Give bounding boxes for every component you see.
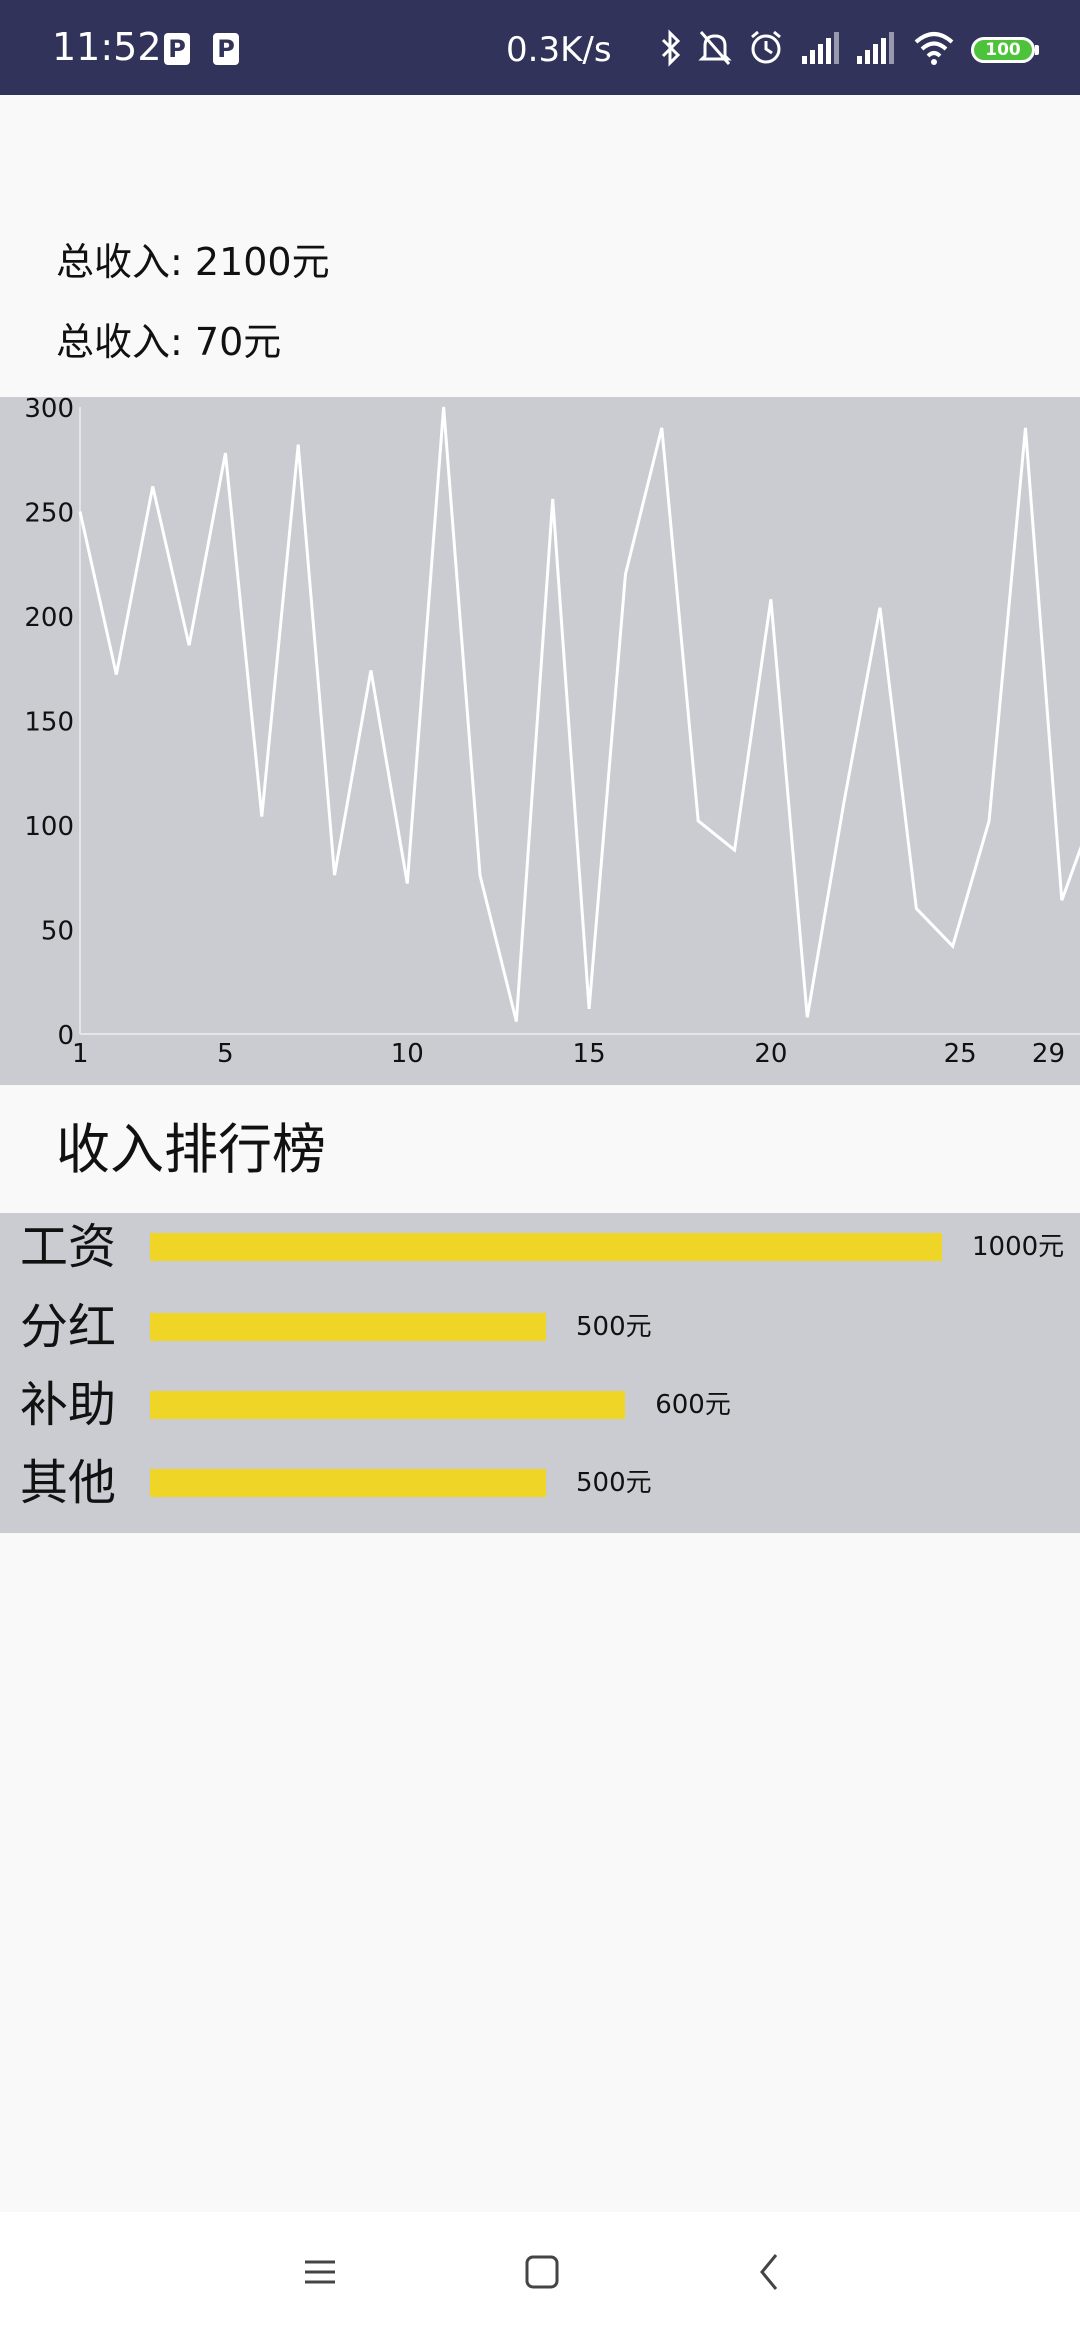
line-chart-svg: 050100150200250300 1 5 10 15 20 25 29 [24, 394, 1080, 1069]
total-income-value: 2100元 [194, 240, 330, 284]
ranking-amount: 1000元 [972, 1232, 1065, 1262]
back-icon[interactable] [752, 2252, 788, 2292]
ranking-amount: 600元 [655, 1390, 731, 1420]
status-time: 11:52 [52, 25, 162, 69]
x-tick-label: 29 [1032, 1039, 1065, 1069]
x-axis-ticks: 1 5 10 15 20 25 29 [72, 1039, 1065, 1069]
ranking-name: 分红 [20, 1299, 117, 1355]
ranking-amount: 500元 [576, 1468, 652, 1498]
ranking-row: 其他 500元 [0, 1453, 1080, 1523]
total-income-summary: 总收入: 2100元 [56, 240, 330, 284]
menu-icon[interactable] [302, 2252, 338, 2292]
x-tick-label: 25 [944, 1039, 977, 1069]
x-tick-label: 1 [72, 1039, 89, 1069]
chart-series [78, 406, 1080, 1022]
y-tick-label: 150 [24, 708, 74, 738]
mute-icon [698, 31, 732, 65]
home-icon[interactable] [524, 2252, 560, 2292]
income-line-chart: 0 50 100 150 200 250 300 1 5 10 15 20 25 29 [0, 394, 1080, 1085]
battery-tip [1035, 45, 1039, 55]
ranking-bar [150, 1469, 546, 1497]
ranking-row: 工资 1000元 [0, 1217, 1080, 1287]
status-bar: 11:52 P P 0.3K/s 100 [0, 0, 1080, 95]
ranking-name: 其他 [20, 1455, 117, 1511]
total-income-label: 总收入: [56, 240, 183, 284]
battery-indicator: 100 [971, 37, 1035, 63]
y-axis-ticks: 050100150200250300 [24, 394, 74, 1051]
y-tick-label: 50 [41, 917, 74, 947]
x-tick-label: 10 [391, 1039, 424, 1069]
ranking-bar [150, 1391, 626, 1419]
x-tick-label: 5 [217, 1039, 234, 1069]
network-speed: 0.3K/s [506, 30, 612, 70]
ranking-name: 补助 [20, 1377, 117, 1433]
ranking-row: 补助 600元 [0, 1375, 1080, 1445]
series-line [78, 406, 1080, 1022]
alarm-icon [751, 30, 781, 64]
ranking-bar [150, 1313, 546, 1341]
navigation-bar [0, 2212, 1080, 2340]
y-tick-label: 100 [24, 812, 74, 842]
bluetooth-icon [661, 29, 681, 67]
signal-icon [802, 32, 839, 64]
parking-app-icon: P [164, 33, 190, 65]
wifi-icon [914, 32, 954, 65]
ranking-name: 工资 [20, 1219, 117, 1275]
second-income-label: 总收入: [56, 320, 183, 364]
y-tick-label: 300 [24, 397, 74, 424]
ranking-title: 收入排行榜 [56, 1118, 326, 1181]
second-income-value: 70元 [194, 320, 282, 364]
ranking-panel: 工资 1000元 分红 500元 补助 600元 其他 500元 [0, 1213, 1080, 1533]
ranking-bar [150, 1233, 942, 1261]
x-tick-label: 15 [573, 1039, 606, 1069]
ranking-row: 分红 500元 [0, 1297, 1080, 1367]
y-tick-label: 250 [24, 499, 74, 529]
second-income-summary: 总收入: 70元 [56, 320, 281, 364]
x-tick-label: 20 [754, 1039, 787, 1069]
signal-icon [857, 32, 894, 64]
ranking-amount: 500元 [576, 1312, 652, 1342]
y-tick-label: 200 [24, 603, 74, 633]
parking-app-icon: P [213, 33, 239, 65]
